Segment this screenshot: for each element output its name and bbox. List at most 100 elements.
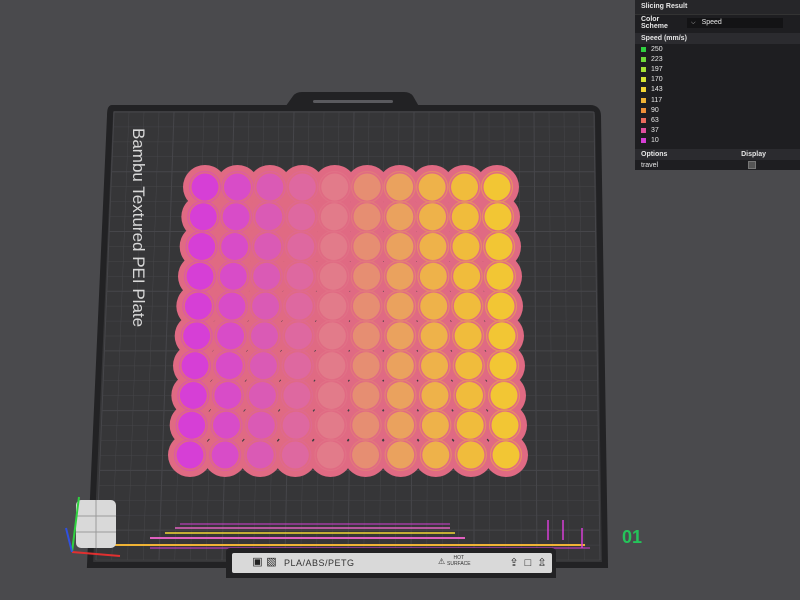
legend-swatch	[641, 66, 646, 72]
disc	[252, 292, 280, 320]
disc	[420, 322, 448, 350]
legend-item: 10	[635, 136, 800, 146]
legend-item: 143	[635, 85, 800, 95]
disc	[221, 233, 249, 261]
disc	[287, 233, 315, 261]
options-header: Options Display	[635, 148, 800, 160]
color-scheme-select[interactable]: ⌵ Speed	[687, 18, 783, 28]
disc	[386, 352, 414, 380]
disc	[352, 441, 380, 469]
disc	[217, 322, 245, 350]
disc	[451, 173, 479, 201]
print-model[interactable]	[168, 165, 528, 477]
disc	[219, 262, 247, 290]
legend-value: 63	[651, 116, 659, 124]
display-label: Display	[741, 150, 766, 158]
legend-swatch	[641, 87, 646, 93]
slicing-result-panel: Slicing Result Color Scheme ⌵ Speed Spee…	[635, 0, 800, 170]
disc	[283, 381, 311, 409]
legend-item: 63	[635, 115, 800, 125]
disc	[484, 203, 512, 231]
plate-handle-slot	[313, 100, 393, 103]
legend-item: 170	[635, 75, 800, 85]
legend-swatch	[641, 117, 646, 123]
legend-value: 10	[651, 137, 659, 145]
disc	[352, 292, 380, 320]
plate-label: Bambu Textured PEI Plate	[129, 128, 148, 327]
disc	[317, 381, 345, 409]
legend-swatch	[641, 46, 646, 52]
disc	[454, 322, 482, 350]
disc	[284, 352, 312, 380]
disc	[386, 322, 414, 350]
disc	[487, 292, 515, 320]
disc	[353, 173, 381, 201]
disc	[419, 262, 447, 290]
disc	[321, 173, 349, 201]
disc	[386, 203, 414, 231]
legend-item: 37	[635, 126, 800, 136]
disc	[186, 262, 214, 290]
disc	[248, 381, 276, 409]
disc	[184, 292, 212, 320]
color-scheme-row: Color Scheme ⌵ Speed	[635, 15, 800, 31]
disc	[352, 352, 380, 380]
disc	[181, 352, 209, 380]
disc	[420, 292, 448, 320]
disc	[387, 441, 415, 469]
disc	[352, 322, 380, 350]
legend-value: 223	[651, 55, 663, 63]
disc	[319, 292, 347, 320]
chevron-down-icon: ⌵	[691, 20, 696, 26]
square-select-icon[interactable]: □	[522, 556, 534, 570]
view-cube[interactable]	[76, 500, 116, 548]
legend-swatch	[641, 56, 646, 62]
disc	[179, 381, 207, 409]
lock-icon[interactable]: ⇫	[536, 556, 548, 570]
disc	[386, 262, 414, 290]
disc	[486, 262, 514, 290]
plate-settings-icon[interactable]: ▣	[252, 557, 263, 568]
plate-toolbar: ▣ ▧ PLA/ABS/PETG ⚠ HOT SURFACE ⇪ □ ⇫	[232, 553, 552, 573]
speed-legend: 250 223 197 170 143 117 90 63 37 10	[635, 44, 800, 146]
disc	[490, 381, 518, 409]
disc	[418, 173, 446, 201]
disc	[212, 411, 240, 439]
disc	[189, 203, 217, 231]
disc	[222, 203, 250, 231]
disc	[419, 203, 447, 231]
disc	[316, 441, 344, 469]
disc	[317, 411, 345, 439]
disc	[419, 233, 447, 261]
disc	[253, 262, 281, 290]
disc	[178, 411, 206, 439]
material-label: PLA/ABS/PETG	[284, 558, 355, 568]
legend-value: 37	[651, 127, 659, 135]
disc	[223, 173, 251, 201]
arrange-icon[interactable]: ▧	[266, 557, 277, 568]
disc	[386, 381, 414, 409]
disc	[318, 322, 346, 350]
layer-number: 01	[622, 527, 643, 547]
disc	[483, 173, 511, 201]
disc	[282, 411, 310, 439]
upload-icon[interactable]: ⇪	[508, 556, 520, 570]
legend-value: 143	[651, 86, 663, 94]
disc	[353, 233, 381, 261]
legend-swatch	[641, 107, 646, 113]
disc	[453, 262, 481, 290]
disc	[319, 262, 347, 290]
color-scheme-label: Color Scheme	[641, 16, 668, 30]
disc	[455, 352, 483, 380]
disc	[320, 233, 348, 261]
disc	[318, 352, 346, 380]
disc	[386, 173, 414, 201]
disc	[247, 411, 275, 439]
disc	[353, 262, 381, 290]
option-travel-checkbox[interactable]	[748, 161, 756, 170]
disc	[451, 203, 479, 231]
disc	[288, 203, 316, 231]
disc	[492, 441, 520, 469]
disc	[488, 322, 516, 350]
legend-item: 117	[635, 95, 800, 105]
